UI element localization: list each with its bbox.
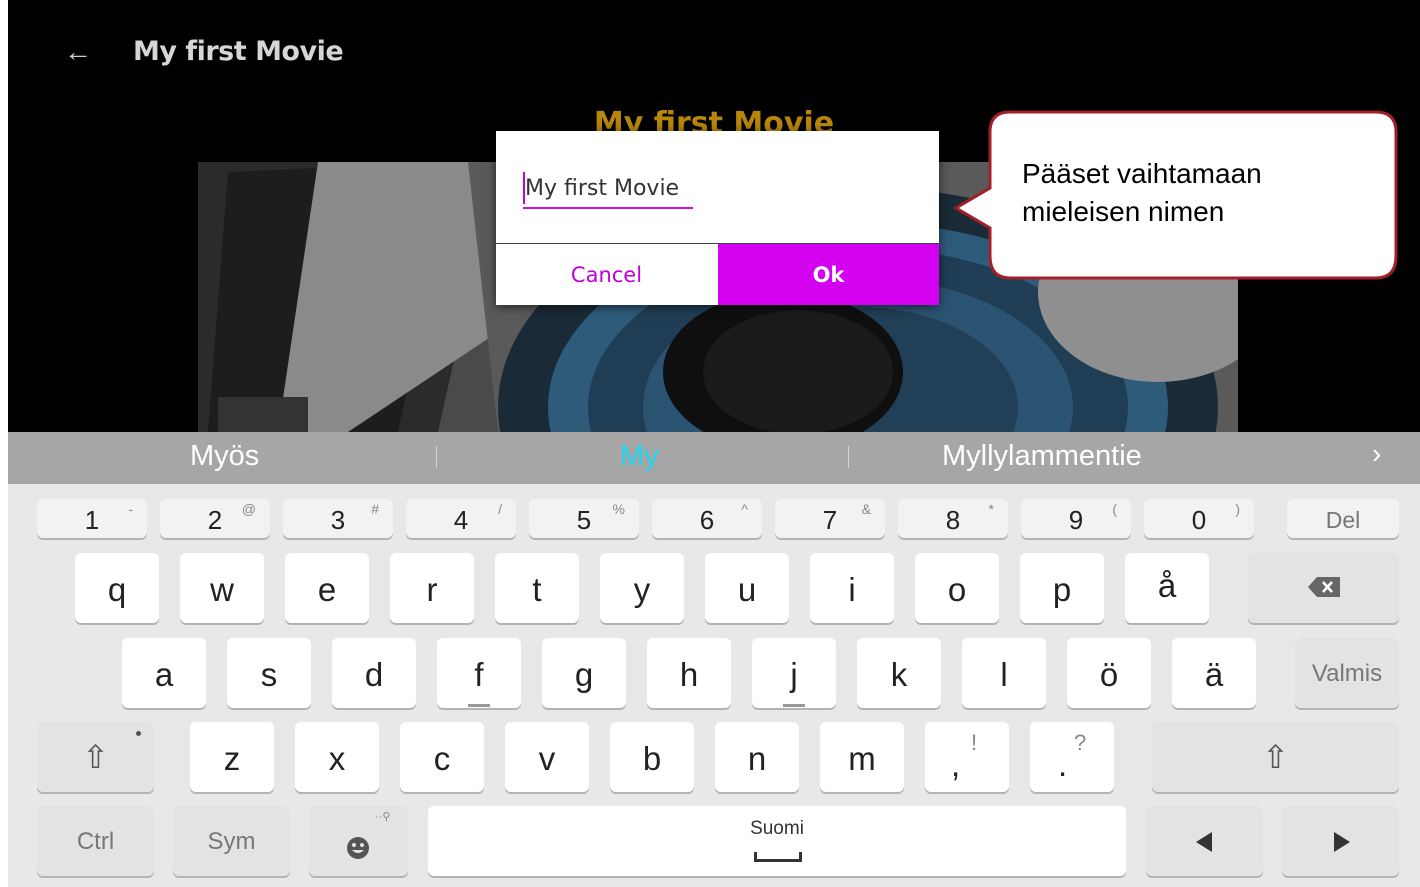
key-4[interactable]: 4/ — [406, 499, 516, 538]
key-t[interactable]: t — [495, 553, 579, 623]
sym-key[interactable]: Sym — [173, 806, 290, 876]
callout-line-1: Pääset vaihtamaan — [1022, 158, 1262, 189]
key-c[interactable]: c — [400, 722, 484, 792]
key-8[interactable]: 8 * — [898, 499, 1008, 538]
done-key[interactable]: Valmis — [1295, 638, 1399, 708]
key-n[interactable]: n — [715, 722, 799, 792]
key-m[interactable]: m — [820, 722, 904, 792]
key-i[interactable]: i — [810, 553, 894, 623]
key-o-umlaut[interactable]: ö — [1067, 638, 1151, 708]
key-l[interactable]: l — [962, 638, 1046, 708]
key-6[interactable]: 6 ^ — [652, 499, 762, 538]
suggestion-bar: Myös My Myllylammentie › — [8, 432, 1420, 484]
suggestion-divider — [848, 446, 849, 468]
space-key[interactable]: Suomi — [428, 806, 1126, 876]
text-cursor — [523, 172, 525, 204]
callout-text: Pääset vaihtamaan mieleisen nimen — [1022, 155, 1382, 231]
suggestion-divider — [436, 446, 437, 468]
cursor-right-key[interactable] — [1282, 806, 1399, 876]
key-w[interactable]: w — [180, 553, 264, 623]
key-v[interactable]: v — [505, 722, 589, 792]
key-0[interactable]: 0) — [1144, 499, 1254, 538]
arrow-right-key-icon — [1334, 832, 1350, 852]
key-7[interactable]: 7 & — [775, 499, 885, 538]
key-u[interactable]: u — [705, 553, 789, 623]
chevron-right-icon[interactable]: › — [1372, 438, 1381, 470]
shift-arrow-icon: ⇧ — [1262, 739, 1289, 775]
suggestion-1[interactable]: Myös — [190, 440, 259, 473]
ok-button[interactable]: Ok — [718, 244, 939, 305]
key-k[interactable]: k — [857, 638, 941, 708]
backspace-key[interactable] — [1248, 553, 1399, 623]
suggestion-3[interactable]: Myllylammentie — [942, 440, 1142, 473]
rename-dialog: Cancel Ok — [496, 131, 939, 305]
key-1[interactable]: 1- — [37, 499, 147, 538]
shift-arrow-icon: ⇧ — [82, 739, 109, 775]
backspace-icon — [1308, 577, 1340, 597]
key-period[interactable]: .? — [1030, 722, 1114, 792]
key-g[interactable]: g — [542, 638, 626, 708]
key-j[interactable]: j — [752, 638, 836, 708]
caps-indicator-dot — [136, 731, 141, 736]
key-comma[interactable]: ,! — [925, 722, 1009, 792]
key-d[interactable]: d — [332, 638, 416, 708]
key-q[interactable]: q — [75, 553, 159, 623]
shift-key-right[interactable]: ⇧ — [1152, 722, 1399, 792]
key-a-umlaut[interactable]: ä — [1172, 638, 1256, 708]
key-a[interactable]: a — [122, 638, 206, 708]
arrow-left-key-icon — [1196, 832, 1212, 852]
key-b[interactable]: b — [610, 722, 694, 792]
emoji-key[interactable]: ··⚲ — [309, 806, 408, 876]
key-5[interactable]: 5% — [529, 499, 639, 538]
voice-mic-icon: ··⚲ — [375, 811, 391, 823]
callout-line-2: mieleisen nimen — [1022, 196, 1225, 227]
cursor-left-key[interactable] — [1146, 806, 1263, 876]
home-row-marker — [468, 704, 490, 707]
key-r[interactable]: r — [390, 553, 474, 623]
key-z[interactable]: z — [190, 722, 274, 792]
top-bar: ← My first Movie — [8, 0, 1420, 100]
back-arrow-icon[interactable]: ← — [64, 34, 94, 70]
ctrl-key[interactable]: Ctrl — [37, 806, 154, 876]
cancel-button[interactable]: Cancel — [496, 244, 717, 305]
emoji-smile-icon — [347, 837, 369, 859]
key-p[interactable]: p — [1020, 553, 1104, 623]
key-y[interactable]: y — [600, 553, 684, 623]
key-o[interactable]: o — [915, 553, 999, 623]
key-2[interactable]: 2 @ — [160, 499, 270, 538]
home-row-marker — [783, 704, 805, 707]
key-f[interactable]: f — [437, 638, 521, 708]
on-screen-keyboard: 1- 2 @ 3 # 4/ 5% 6 ^ 7 & 8 * 9( 0) Del q w e … — [8, 484, 1420, 887]
space-bar-icon — [754, 852, 802, 862]
key-3[interactable]: 3 # — [283, 499, 393, 538]
del-key[interactable]: Del — [1287, 499, 1399, 538]
shift-key-left[interactable]: ⇧ — [37, 722, 154, 792]
page-title: My first Movie — [133, 36, 344, 67]
key-h[interactable]: h — [647, 638, 731, 708]
key-x[interactable]: x — [295, 722, 379, 792]
key-s[interactable]: s — [227, 638, 311, 708]
key-e[interactable]: e — [285, 553, 369, 623]
movie-name-input[interactable] — [523, 169, 693, 209]
key-9[interactable]: 9( — [1021, 499, 1131, 538]
key-a-ring[interactable]: å — [1125, 553, 1209, 623]
suggestion-2[interactable]: My — [620, 440, 659, 473]
